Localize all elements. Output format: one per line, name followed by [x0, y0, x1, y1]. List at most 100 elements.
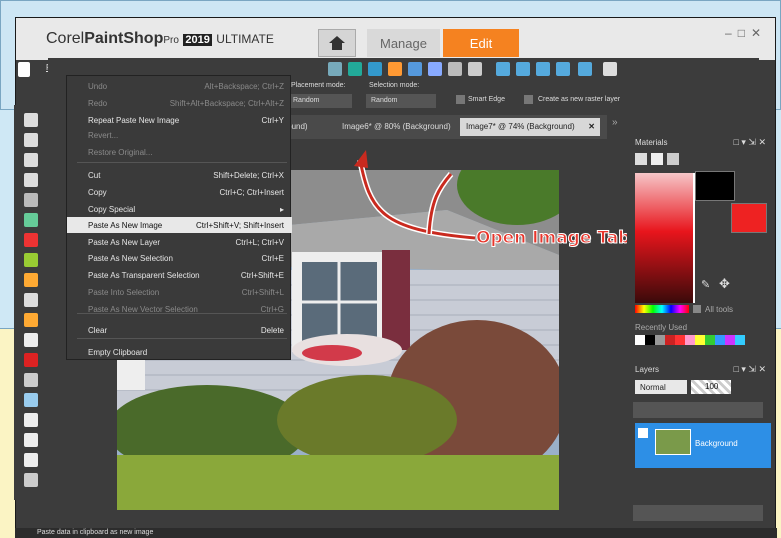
tool-icon[interactable] [24, 113, 38, 127]
chevron-right-icon[interactable]: » [612, 117, 618, 128]
visibility-icon[interactable] [638, 428, 648, 438]
menu-item-shortcut: Ctrl+Shift+V; Shift+Insert [196, 220, 284, 230]
doc-tab-image6[interactable]: Image6* @ 80% (Background) [336, 118, 457, 136]
menu-item-cut[interactable]: Cut Shift+Delete; Ctrl+X [67, 167, 292, 183]
panel-controls[interactable]: □ ▾ ⇲ ✕ [733, 137, 766, 148]
tool-icon[interactable] [24, 293, 38, 307]
all-tools-checkbox[interactable] [693, 305, 701, 313]
tool-icon[interactable] [24, 473, 38, 487]
eyedropper-icon[interactable]: ✎ [701, 278, 710, 291]
tool-icon[interactable] [24, 393, 38, 407]
color-spectrum[interactable] [635, 305, 689, 313]
menu-item-paste-as-new-vector-selection[interactable]: Paste As New Vector Selection Ctrl+G [67, 301, 292, 317]
tool-icon[interactable] [24, 433, 38, 447]
selection-mode-select[interactable]: Random [366, 94, 436, 108]
gradient-tab-icon[interactable] [651, 153, 663, 165]
pattern-tab-icon[interactable] [667, 153, 679, 165]
menu-item-clear[interactable]: Clear Delete [67, 322, 292, 338]
layer-row-background[interactable]: Background [635, 423, 771, 468]
menu-item-label: Repeat Paste New Image [88, 115, 180, 125]
menu-item-repeat-paste-new-image[interactable]: Repeat Paste New Image Ctrl+Y [67, 112, 292, 128]
menu-item-empty-clipboard[interactable]: Empty Clipboard [67, 344, 292, 360]
recent-colors[interactable] [635, 335, 745, 345]
tool-icon[interactable] [24, 173, 38, 187]
menu-item-paste-as-transparent-selection[interactable]: Paste As Transparent Selection Ctrl+Shift… [67, 267, 292, 283]
smart-edge-checkbox[interactable] [456, 95, 465, 104]
menu-item-undo[interactable]: Undo Alt+Backspace; Ctrl+Z [67, 78, 292, 94]
menu-item-copy-special[interactable]: Copy Special ▸ [67, 201, 292, 217]
toolbar-icon[interactable] [348, 62, 362, 76]
zoom-out-icon[interactable] [536, 62, 550, 76]
blend-mode-select[interactable]: Normal [635, 380, 687, 394]
swap-icon[interactable]: ✥ [719, 276, 730, 292]
annotation-arrow-2 [426, 172, 454, 235]
menu-item-shortcut: Delete [260, 325, 284, 335]
tool-icon[interactable] [24, 273, 38, 287]
tool-icon[interactable] [24, 313, 38, 327]
zoom-out-icon[interactable] [556, 62, 570, 76]
menu-item-label: Clear [88, 325, 108, 335]
menu-item-shortcut: Ctrl+L; Ctrl+V [235, 237, 284, 247]
menu-item-revert[interactable]: Revert... [67, 127, 292, 143]
close-icon[interactable]: ✕ [588, 122, 595, 131]
layer-toolbar[interactable] [633, 402, 763, 418]
menu-item-copy[interactable]: Copy Ctrl+C; Ctrl+Insert [67, 184, 292, 200]
all-tools-label: All tools [705, 305, 734, 314]
toolbar-icon[interactable] [368, 62, 382, 76]
tab-edit[interactable]: Edit [443, 29, 519, 57]
tool-icon[interactable] [24, 133, 38, 147]
menu-item-paste-into-selection[interactable]: Paste Into Selection Ctrl+Shift+L [67, 284, 292, 300]
app-brand: CorelPaintShopPro 2019 ULTIMATE [46, 30, 274, 47]
toolbar-icon[interactable] [408, 62, 422, 76]
placement-mode-select[interactable]: Random [288, 94, 352, 108]
new-raster-checkbox[interactable] [524, 95, 533, 104]
fit-icon[interactable] [578, 62, 592, 76]
menu-item-label: Copy Special [88, 204, 136, 214]
tool-icon[interactable] [24, 373, 38, 387]
menu-item-label: Paste As New Image [88, 220, 163, 230]
toolbar-icon[interactable] [428, 62, 442, 76]
layer-bottom-toolbar[interactable] [633, 505, 763, 521]
doc-tab-label: Image7* @ 74% (Background) [466, 122, 575, 131]
toolbar-icon[interactable] [388, 62, 402, 76]
zoom-in-icon[interactable] [516, 62, 530, 76]
background-swatch[interactable] [731, 203, 767, 233]
tool-icon[interactable] [24, 233, 38, 247]
toolbar-icon[interactable] [448, 62, 462, 76]
tool-icon[interactable] [24, 353, 38, 367]
color-picker[interactable] [635, 173, 693, 303]
zoom-icon[interactable] [496, 62, 510, 76]
tool-icon[interactable] [24, 153, 38, 167]
swatches-tab-icon[interactable] [635, 153, 647, 165]
selection-mode-label: Selection mode: [369, 82, 420, 89]
tool-icon[interactable] [24, 213, 38, 227]
tab-manage[interactable]: Manage [367, 29, 440, 57]
menu-item-paste-as-new-image[interactable]: Paste As New Image Ctrl+Shift+V; Shift+In… [67, 217, 292, 233]
layers-title: Layers [635, 365, 660, 374]
menu-item-label: Paste As New Layer [88, 237, 161, 247]
tool-icon[interactable] [24, 253, 38, 267]
tool-icon[interactable] [24, 333, 38, 347]
opacity-field[interactable]: 100 [691, 380, 731, 394]
menu-item-label: Revert... [88, 130, 119, 140]
menu-item-paste-as-new-selection[interactable]: Paste As New Selection Ctrl+E [67, 250, 292, 266]
doc-tab-image7[interactable]: Image7* @ 74% (Background) ✕ [460, 118, 600, 136]
foreground-swatch[interactable] [695, 171, 735, 201]
placement-mode-label: Placement mode: [291, 82, 346, 89]
tool-icon[interactable] [24, 413, 38, 427]
panel-controls[interactable]: □ ▾ ⇲ ✕ [733, 364, 766, 375]
menu-item-shortcut: Ctrl+E [261, 253, 284, 263]
menu-item-redo[interactable]: Redo Shift+Alt+Backspace; Ctrl+Alt+Z [67, 95, 292, 111]
tool-icon[interactable] [24, 453, 38, 467]
tabs-icon[interactable] [603, 62, 617, 76]
window-controls[interactable]: –□✕ [725, 26, 767, 40]
tool-icon[interactable] [24, 193, 38, 207]
toolbar-icon[interactable] [468, 62, 482, 76]
toolbar-icon[interactable] [328, 62, 342, 76]
tools-toolbar [14, 105, 48, 500]
new-file-icon[interactable] [18, 62, 30, 77]
home-button[interactable] [318, 29, 356, 57]
menu-item-restore-original[interactable]: Restore Original... [67, 144, 292, 160]
menu-item-paste-as-new-layer[interactable]: Paste As New Layer Ctrl+L; Ctrl+V [67, 234, 292, 250]
menu-separator [77, 338, 287, 339]
